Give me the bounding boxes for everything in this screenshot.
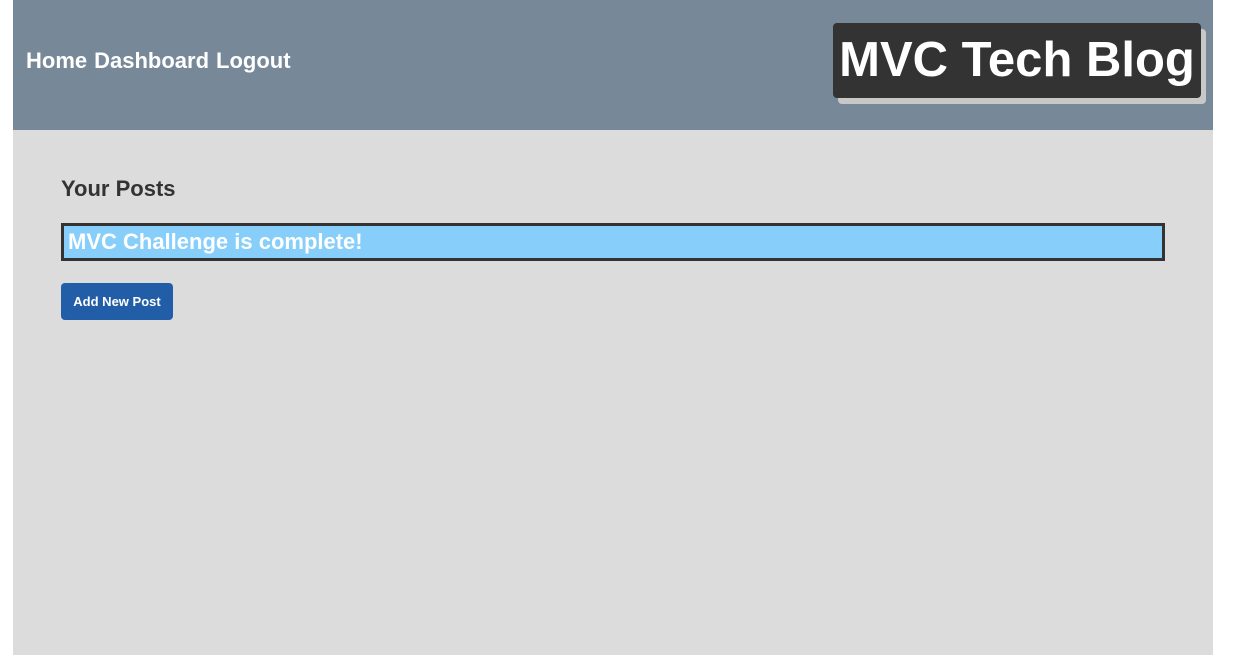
- nav-link-home[interactable]: Home: [26, 46, 87, 76]
- nav-link-dashboard[interactable]: Dashboard: [94, 46, 209, 76]
- main-nav: Home Dashboard Logout: [26, 46, 291, 76]
- add-new-post-button[interactable]: Add New Post: [61, 283, 173, 320]
- page: Home Dashboard Logout MVC Tech Blog Your…: [13, 0, 1213, 655]
- post-title[interactable]: MVC Challenge is complete!: [68, 226, 363, 258]
- brand-logo: MVC Tech Blog: [833, 23, 1206, 104]
- site-title: MVC Tech Blog: [833, 23, 1201, 98]
- section-title-your-posts: Your Posts: [61, 176, 176, 201]
- nav-link-logout[interactable]: Logout: [216, 46, 291, 76]
- site-header: Home Dashboard Logout MVC Tech Blog: [13, 0, 1213, 130]
- post-item[interactable]: MVC Challenge is complete!: [61, 223, 1165, 261]
